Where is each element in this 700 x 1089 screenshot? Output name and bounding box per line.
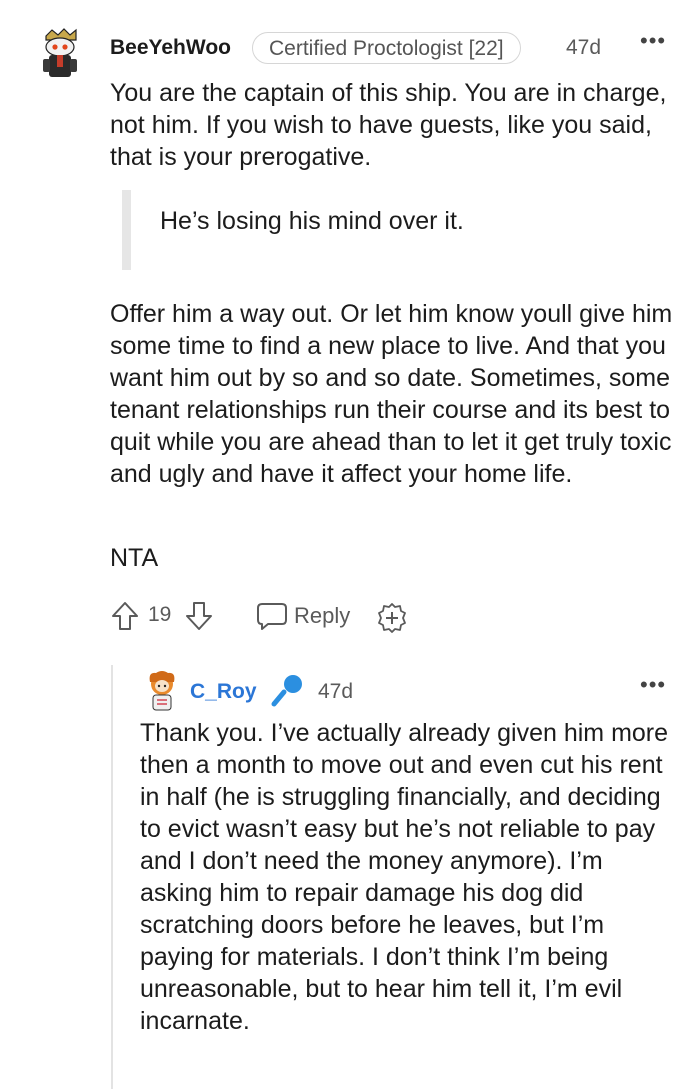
microphone-icon (271, 675, 302, 707)
reply-username[interactable]: C_Roy (190, 680, 257, 704)
vote-count: 19 (148, 603, 172, 626)
comment-age: 47d (566, 36, 602, 59)
user-avatar[interactable] (38, 26, 82, 80)
reply-user-avatar[interactable] (144, 670, 180, 712)
comment-paragraph: NTA (110, 544, 159, 572)
speech-bubble-icon (257, 603, 287, 630)
reply-body: Thank you. I’ve actually already given h… (140, 719, 669, 1035)
comment-paragraph: Offer him a way out. Or let him know you… (110, 300, 673, 488)
user-flair: Certified Proctologist [22] (252, 32, 521, 64)
blockquote-text: He’s losing his mind over it. (160, 207, 464, 235)
thread-line[interactable] (111, 665, 113, 1089)
more-options-icon[interactable]: ••• (640, 672, 666, 698)
username[interactable]: BeeYehWoo (110, 36, 231, 60)
blockquote-bar (122, 190, 131, 270)
downvote-arrow-icon[interactable] (184, 600, 214, 632)
comment-paragraph: You are the captain of this ship. You ar… (110, 79, 667, 171)
more-options-icon[interactable]: ••• (640, 28, 666, 54)
reply-label: Reply (294, 603, 351, 628)
upvote-arrow-icon[interactable] (110, 600, 140, 632)
reply-age: 47d (318, 680, 354, 703)
award-plus-icon[interactable] (376, 602, 408, 634)
